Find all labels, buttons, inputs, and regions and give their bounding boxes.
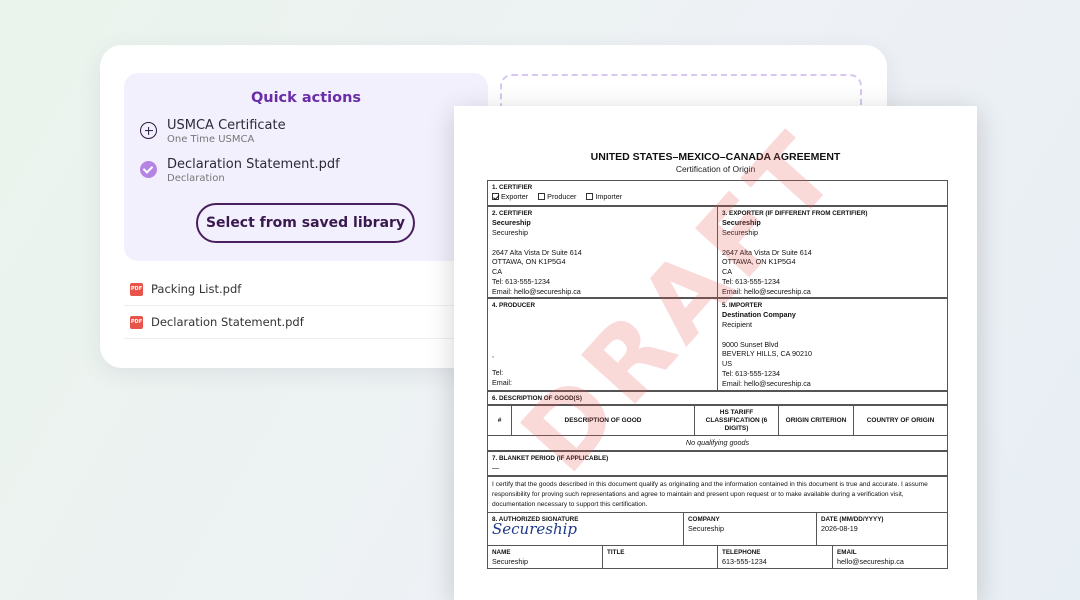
checkbox-label: Producer <box>547 192 577 201</box>
field-label: NAME <box>492 549 511 556</box>
section-label: 2. CERTIFIER <box>492 210 533 217</box>
document-subtitle: Certification of Origin <box>675 164 756 174</box>
section-goods: 6. DESCRIPTION OF GOOD(S) <box>487 391 948 405</box>
field-label: TELEPHONE <box>722 549 761 556</box>
exporter-company: Secureship <box>722 227 758 237</box>
document-title: UNITED STATES–MEXICO–CANADA AGREEMENT <box>590 151 841 163</box>
certifier-email: Email: hello@secureship.ca <box>492 286 581 296</box>
goods-header-description: DESCRIPTION OF GOOD <box>511 405 695 436</box>
file-name: Packing List.pdf <box>151 282 242 296</box>
section-certifier-type: 1. CERTIFIER Exporter Producer Importer <box>487 180 948 206</box>
signature-company: COMPANY Secureship <box>683 512 817 546</box>
importer-address2: BEVERLY HILLS, CA 90210 <box>722 349 813 359</box>
section-label: 5. IMPORTER <box>722 302 763 309</box>
checkbox-exporter: Exporter <box>492 192 528 202</box>
quick-action-declaration[interactable]: Declaration Statement.pdf Declaration <box>140 157 340 185</box>
goods-header-hs-tariff: HS TARIFF CLASSIFICATION (6 DIGITS) <box>694 405 779 436</box>
file-name: Declaration Statement.pdf <box>151 315 304 329</box>
quick-actions-title: Quick actions <box>250 90 362 106</box>
checkbox-icon <box>586 193 594 200</box>
certifier-address1: 2647 Alta Vista Dr Suite 614 <box>492 247 582 257</box>
producer-email: Email: <box>492 377 512 387</box>
quick-action-sub: Declaration <box>167 173 225 184</box>
exporter-address1: 2647 Alta Vista Dr Suite 614 <box>722 247 812 257</box>
field-label: DATE (MM/DD/YYYY) <box>821 516 884 523</box>
importer-name: Destination Company <box>722 310 796 319</box>
quick-action-label: USMCA Certificate <box>167 118 286 133</box>
checkbox-checked-icon <box>492 193 499 200</box>
signer-title: TITLE <box>602 545 718 569</box>
pdf-icon: PDF <box>130 282 143 296</box>
file-row[interactable]: PDF Packing List.pdf <box>124 273 469 306</box>
importer-company: Recipient <box>722 319 752 329</box>
certification-statement: I certify that the goods described in th… <box>487 476 948 513</box>
signature-date: DATE (MM/DD/YYYY) 2026-08-19 <box>816 512 948 546</box>
signer-telephone: TELEPHONE 613-555-1234 <box>717 545 833 569</box>
exporter-tel: Tel: 613-555-1234 <box>722 276 780 286</box>
checkbox-icon <box>538 193 546 200</box>
section-exporter: 3. EXPORTER (IF DIFFERENT FROM CERTIFIER… <box>717 206 948 298</box>
section-certifier: 2. CERTIFIER Secureship Secureship 2647 … <box>487 206 718 298</box>
pdf-icon: PDF <box>130 315 143 329</box>
section-importer: 5. IMPORTER Destination Company Recipien… <box>717 298 948 391</box>
exporter-name: Secureship <box>722 218 761 227</box>
checkbox-label: Importer <box>595 192 623 201</box>
section-label: 7. BLANKET PERIOD (IF APPLICABLE) <box>492 455 609 462</box>
signer-name: NAME Secureship <box>487 545 603 569</box>
goods-empty-row: No qualifying goods <box>487 435 948 451</box>
goods-header-country: COUNTRY OF ORIGIN <box>853 405 948 436</box>
section-label: 4. PRODUCER <box>492 302 536 309</box>
producer-tel: Tel: <box>492 367 504 377</box>
exporter-country: CA <box>722 267 732 277</box>
section-label: 6. DESCRIPTION OF GOOD(S) <box>492 395 582 402</box>
checkbox-producer: Producer <box>538 192 576 202</box>
company-value: Secureship <box>688 524 724 533</box>
quick-action-sub: One Time USMCA <box>167 134 255 145</box>
name-value: Secureship <box>492 557 528 566</box>
email-value: hello@secureship.ca <box>837 557 904 566</box>
date-value: 2026-08-19 <box>821 524 858 533</box>
importer-tel: Tel: 613-555-1234 <box>722 368 780 378</box>
phone-value: 613-555-1234 <box>722 557 767 566</box>
certifier-country: CA <box>492 267 502 277</box>
signer-email: EMAIL hello@secureship.ca <box>832 545 948 569</box>
checkbox-importer: Importer <box>586 192 622 202</box>
field-label: COMPANY <box>688 516 720 523</box>
field-label: TITLE <box>607 549 625 556</box>
file-row[interactable]: PDF Declaration Statement.pdf <box>124 306 469 339</box>
importer-address1: 9000 Sunset Blvd <box>722 339 779 349</box>
exporter-address2: OTTAWA, ON K1P5G4 <box>722 257 796 267</box>
section-label: 3. EXPORTER (IF DIFFERENT FROM CERTIFIER… <box>722 210 868 217</box>
section-label: 1. CERTIFIER <box>492 184 533 191</box>
section-blanket-period: 7. BLANKET PERIOD (IF APPLICABLE) — <box>487 451 948 476</box>
goods-header-number: # <box>487 405 512 436</box>
section-signature: 8. AUTHORIZED SIGNATURE Secureship <box>487 512 684 546</box>
quick-action-label: Declaration Statement.pdf <box>167 157 340 172</box>
blanket-period-value: — <box>492 463 500 472</box>
select-from-library-button[interactable]: Select from saved library <box>196 203 415 243</box>
section-producer: 4. PRODUCER , Tel: Email: <box>487 298 718 391</box>
goods-header-origin-criterion: ORIGIN CRITERION <box>778 405 854 436</box>
quick-actions-panel: Quick actions USMCA Certificate One Time… <box>124 73 488 261</box>
checkbox-label: Exporter <box>501 192 529 201</box>
importer-email: Email: hello@secureship.ca <box>722 378 811 388</box>
usmca-document-preview: UNITED STATES–MEXICO–CANADA AGREEMENT Ce… <box>454 106 977 600</box>
certifier-address2: OTTAWA, ON K1P5G4 <box>492 257 566 267</box>
certifier-tel: Tel: 613-555-1234 <box>492 276 550 286</box>
importer-country: US <box>722 359 732 369</box>
certifier-company: Secureship <box>492 227 528 237</box>
check-circle-icon <box>140 161 157 178</box>
field-label: EMAIL <box>837 549 857 556</box>
quick-action-usmca[interactable]: USMCA Certificate One Time USMCA <box>140 118 286 146</box>
certifier-name: Secureship <box>492 218 531 227</box>
plus-circle-icon <box>140 122 157 139</box>
exporter-email: Email: hello@secureship.ca <box>722 286 811 296</box>
signature: Secureship <box>492 520 578 538</box>
producer-address: , <box>492 350 494 359</box>
